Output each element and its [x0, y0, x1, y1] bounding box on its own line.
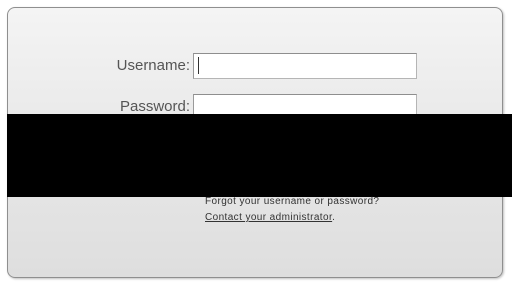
contact-admin-suffix: .: [332, 212, 336, 223]
password-label: Password:: [119, 98, 190, 115]
contact-admin-link[interactable]: Contact your administrator: [205, 212, 332, 223]
text-cursor: [198, 57, 199, 74]
forgot-credentials-text: Forgot your username or password?: [205, 196, 380, 207]
username-input[interactable]: [193, 53, 417, 79]
username-label: Username:: [116, 57, 190, 74]
redaction-bar: [7, 114, 512, 197]
contact-admin-line: Contact your administrator.: [205, 212, 335, 223]
